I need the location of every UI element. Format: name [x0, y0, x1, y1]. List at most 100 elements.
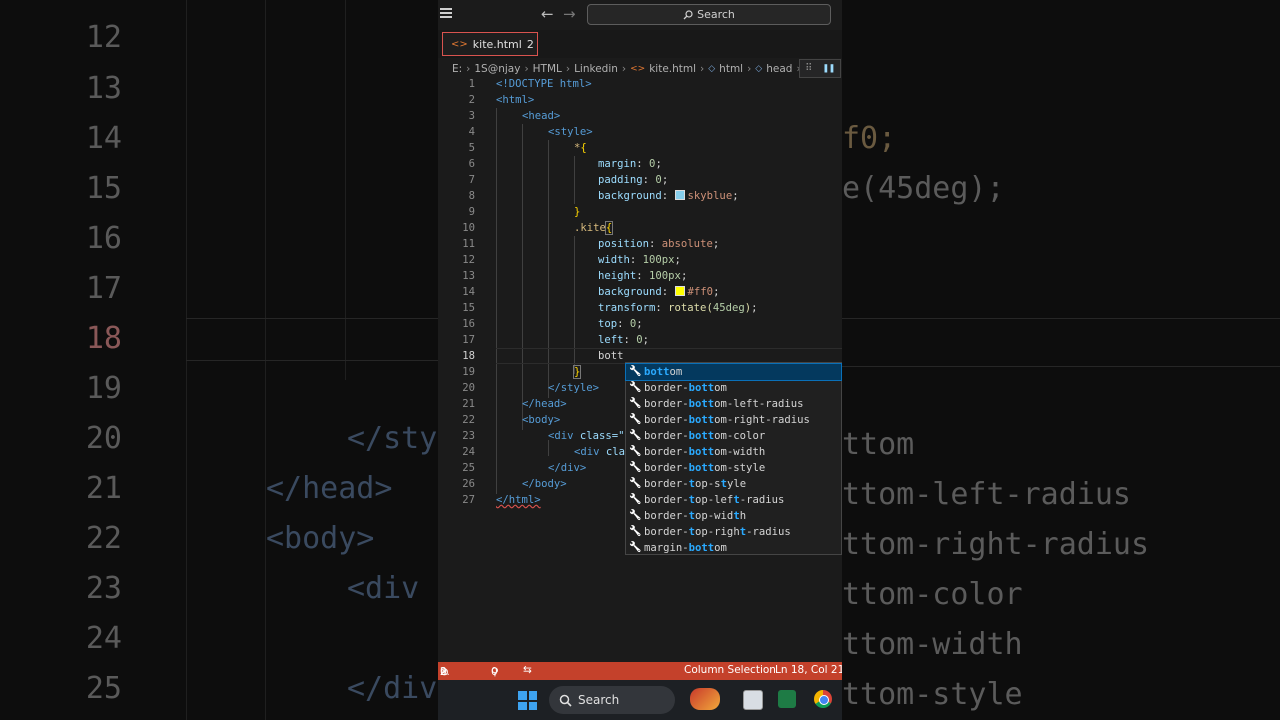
tab-kite-html[interactable]: <> kite.html 2 [442, 32, 538, 56]
suggestion-item[interactable]: 🔧 border-bottom-left-radius [626, 396, 841, 412]
spreadsheet-app-icon[interactable] [778, 690, 796, 708]
semicolon: ; [642, 334, 650, 346]
autocomplete-suggestions[interactable]: 🔧 bottom 🔧 border-bottom 🔧 border-bottom-left… [625, 362, 842, 555]
suggestion-text: -radius [739, 494, 785, 506]
css-value: 100px [649, 270, 681, 282]
suggestion-item[interactable]: 🔧 border-top-style [626, 476, 841, 492]
colon: : [661, 190, 675, 202]
breadcrumb-item[interactable]: E: [452, 63, 462, 75]
color-swatch[interactable] [674, 286, 685, 296]
suggestion-item[interactable]: 🔧 border-bottom-width [626, 444, 841, 460]
suggestion-text: border- [644, 414, 689, 426]
breadcrumb-item[interactable]: html [719, 63, 743, 75]
suggestion-text: op-wid [695, 510, 734, 522]
suggestion-item[interactable]: 🔧 border-top-width [626, 508, 841, 524]
line-number: 1 [468, 78, 475, 90]
code-text: background: #ff0; [598, 284, 719, 300]
chevron-right-icon: › [565, 62, 571, 75]
wrench-icon: 🔧 [629, 398, 642, 409]
cursor-position[interactable]: Ln 18, Col 21 [775, 664, 842, 676]
code-text: background: skyblue; [598, 188, 739, 204]
wrench-icon: 🔧 [629, 542, 642, 553]
suggestion-item[interactable]: 🔧 border-bottom-style [626, 460, 841, 476]
windows-start-icon[interactable] [518, 691, 537, 710]
breadcrumb-item[interactable]: Linkedin [574, 63, 618, 75]
chevron-right-icon: › [621, 62, 627, 75]
suggestion-label: border-bottom [644, 380, 727, 396]
suggestion-match: bott [688, 430, 715, 442]
element-cube-icon: ◇ [708, 63, 716, 74]
wrench-icon: 🔧 [629, 414, 642, 425]
css-property: top [598, 318, 618, 330]
breadcrumb-item[interactable]: HTML [533, 63, 562, 75]
color-swatch[interactable] [674, 190, 685, 200]
code-line: 10 .kite{ [438, 220, 842, 236]
warning-count: 0 [440, 666, 447, 678]
suggestion-text: margin- [644, 542, 689, 554]
semicolon: ; [713, 286, 720, 298]
command-search-box[interactable]: Search [587, 4, 831, 25]
live-share-icon[interactable]: ⇆ [523, 664, 532, 676]
semicolon: ; [732, 190, 739, 202]
breadcrumb-item[interactable]: kite.html [649, 63, 696, 75]
line-number: 15 [462, 302, 475, 314]
taskbar-search[interactable]: Search [549, 686, 675, 714]
suggestion-item[interactable]: 🔧 border-bottom [626, 380, 841, 396]
code-text: <style> [548, 124, 593, 140]
suggestion-item[interactable]: 🔧 border-bottom-color [626, 428, 841, 444]
colon: : [636, 270, 650, 282]
line-number: 16 [85, 221, 122, 256]
selection-mode[interactable]: Column Selection [684, 664, 776, 676]
code-line: 9} [438, 204, 842, 220]
hamburger-menu-icon[interactable] [440, 8, 452, 18]
code-text: } [574, 204, 580, 220]
line-number: 22 [85, 521, 122, 556]
forward-arrow-icon[interactable]: → [563, 5, 576, 23]
css-value: #ff0 [687, 286, 714, 298]
breadcrumb: E: › 1S@njay › HTML › Linkedin › <> kite… [438, 60, 842, 77]
pause-icon[interactable]: ❚❚ [823, 63, 835, 74]
code-text: position: absolute; [598, 236, 719, 252]
wrench-icon: 🔧 [629, 510, 642, 521]
chevron-right-icon: › [700, 62, 705, 75]
line-number: 18 [85, 321, 122, 356]
suggestion-item[interactable]: 🔧 border-top-right-radius [626, 524, 841, 540]
css-property: transform [598, 302, 656, 314]
back-arrow-icon[interactable]: ← [541, 5, 554, 23]
code-line: 4 <style> [438, 124, 842, 140]
code-line: 6 margin: 0; [438, 156, 842, 172]
wrench-icon: 🔧 [629, 526, 642, 537]
code-text: } [572, 364, 582, 380]
suggestion-item[interactable]: 🔧 border-bottom-right-radius [626, 412, 841, 428]
drag-handle-icon[interactable]: ⠿ [805, 63, 812, 74]
code-text: *{ [574, 140, 587, 156]
line-number: 23 [462, 430, 475, 442]
code-line: 13 height: 100px; [438, 268, 842, 284]
css-property: height [598, 270, 637, 282]
suggestion-item[interactable]: 🔧 border-top-left-radius [626, 492, 841, 508]
chrome-icon[interactable] [814, 690, 832, 708]
search-label: Search [697, 8, 735, 21]
background-code: </div [347, 671, 438, 706]
task-view-icon[interactable] [743, 690, 763, 710]
background-code: e(45deg); [842, 171, 1005, 206]
suggestion-text: op-righ [695, 526, 740, 538]
css-value: 100px [642, 254, 675, 266]
colon: : [636, 158, 650, 170]
css-function: rotate( [668, 302, 713, 314]
code-text: .kite{ [574, 220, 614, 236]
html-file-icon: <> [451, 38, 468, 50]
line-number: 19 [462, 366, 475, 378]
suggestion-item[interactable]: 🔧 margin-bottom [626, 540, 841, 556]
line-number: 4 [468, 126, 475, 138]
breadcrumb-item[interactable]: head [766, 63, 792, 75]
suggestion-text: om [669, 366, 683, 378]
line-number: 17 [462, 334, 475, 346]
breadcrumb-item[interactable]: 1S@njay [474, 63, 520, 75]
line-number: 25 [85, 671, 122, 706]
line-number: 2 [468, 94, 475, 106]
suggestion-item[interactable]: 🔧 bottom [625, 363, 842, 381]
background-code: <body> [266, 521, 375, 556]
widget-icon[interactable] [690, 688, 720, 710]
suggestion-text: yle [726, 478, 747, 490]
